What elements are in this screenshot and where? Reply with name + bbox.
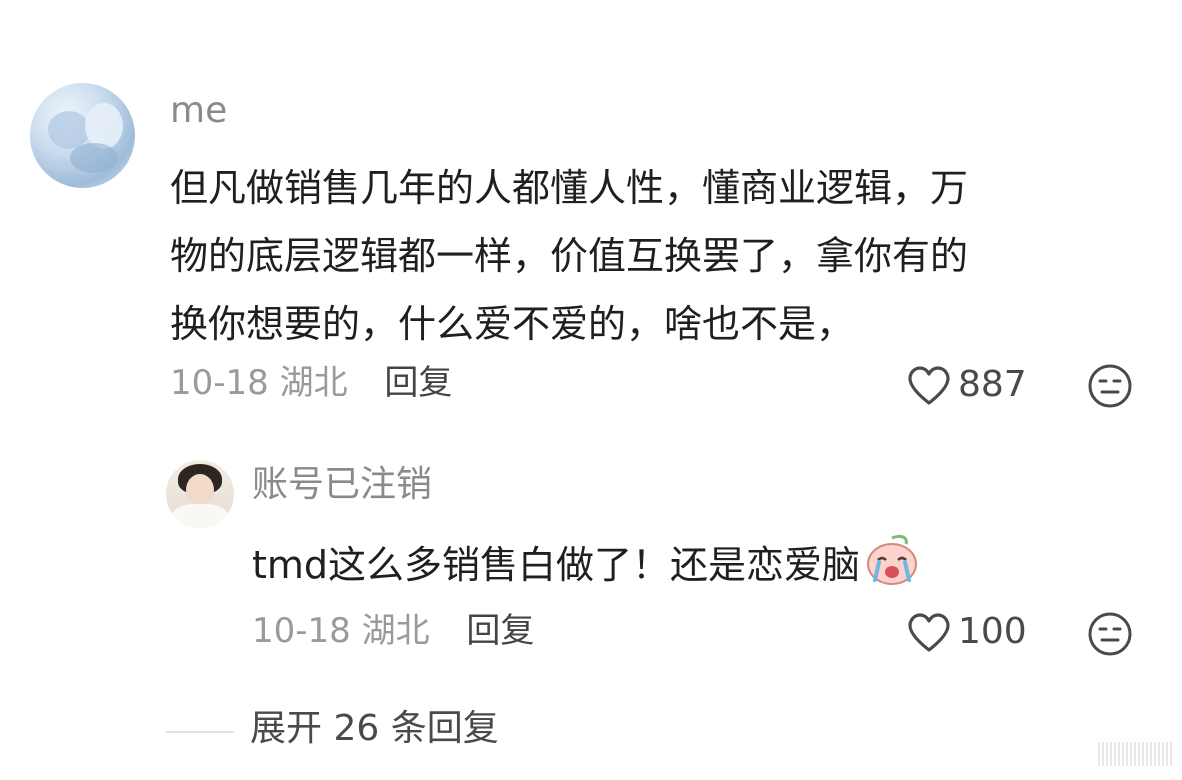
heart-outline-icon — [908, 613, 950, 652]
crying-peach-emoji-icon — [867, 534, 918, 585]
comment-line: 换你想要的，什么爱不爱的，啥也不是， — [170, 302, 855, 346]
comment-text: 但凡做销售几年的人都懂人性，懂商业逻辑，万 物的底层逻辑都一样，价值互换罢了，拿… — [170, 160, 1160, 364]
comment-location: 湖北 — [279, 363, 348, 403]
neutral-face-icon — [1088, 364, 1132, 408]
like-button[interactable]: 887 — [906, 364, 1027, 406]
comment-text: tmd这么多销售白做了！还是恋爱脑 — [252, 532, 920, 593]
username[interactable]: 账号已注销 — [252, 467, 432, 503]
comment-location: 湖北 — [361, 611, 430, 651]
comment-date: 10-18 — [252, 611, 351, 651]
expand-replies-button[interactable]: 展开 26 条回复 — [250, 711, 499, 747]
reply-button[interactable]: 回复 — [466, 611, 534, 651]
comment-line: 但凡做销售几年的人都懂人性，懂商业逻辑，万 — [170, 166, 969, 210]
username[interactable]: me — [170, 93, 227, 129]
comment-line: 物的底层逻辑都一样，价值互换罢了，拿你有的 — [170, 234, 969, 278]
reply-text: tmd这么多销售白做了！还是恋爱脑 — [252, 543, 861, 587]
dislike-button[interactable] — [1087, 611, 1133, 661]
heart-outline-icon — [908, 366, 950, 405]
avatar[interactable] — [30, 83, 135, 188]
reply-button[interactable]: 回复 — [384, 363, 452, 403]
like-count: 887 — [958, 364, 1027, 405]
comment-meta: 10-18 湖北 回复 — [170, 366, 452, 400]
expand-divider — [166, 731, 234, 733]
watermark-mark — [1098, 742, 1172, 766]
avatar[interactable] — [166, 460, 234, 528]
comment-meta: 10-18 湖北 回复 — [252, 614, 534, 648]
like-count: 100 — [958, 611, 1027, 652]
neutral-face-icon — [1088, 612, 1132, 656]
like-button[interactable]: 100 — [906, 611, 1027, 653]
comment-date: 10-18 — [170, 363, 269, 403]
dislike-button[interactable] — [1087, 363, 1133, 413]
